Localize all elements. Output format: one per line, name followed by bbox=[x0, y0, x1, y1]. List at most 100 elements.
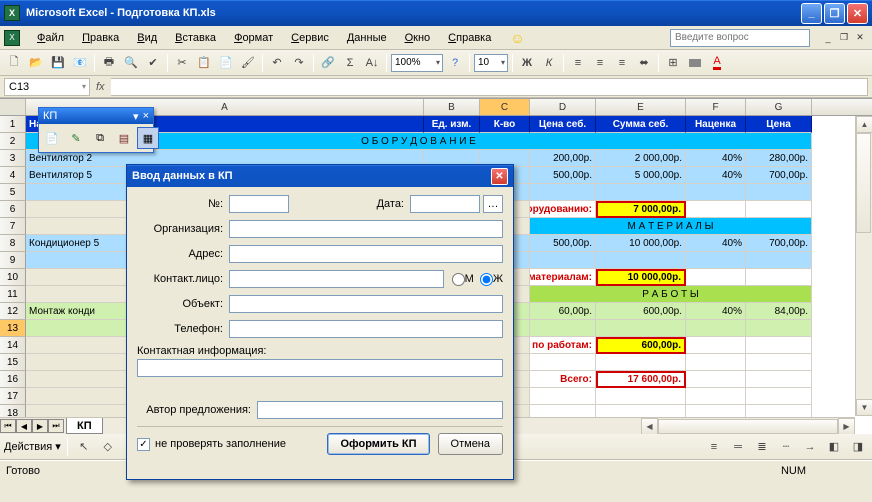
sheet-tab[interactable]: КП bbox=[66, 418, 103, 434]
input-author[interactable] bbox=[257, 401, 503, 419]
cell[interactable] bbox=[596, 354, 686, 371]
menu-формат[interactable]: Формат bbox=[225, 29, 282, 47]
maximize-button[interactable]: ❐ bbox=[824, 3, 845, 24]
row-header-12[interactable]: 12 bbox=[0, 303, 26, 320]
cell[interactable]: 600,00р. bbox=[596, 303, 686, 320]
cell[interactable]: 40% bbox=[686, 150, 746, 167]
cell[interactable]: 40% bbox=[686, 303, 746, 320]
fontcolor-icon[interactable]: A bbox=[707, 53, 727, 73]
arrow-icon[interactable]: → bbox=[800, 437, 820, 457]
zoom-combo[interactable]: 100% bbox=[391, 54, 443, 72]
actions-menu[interactable]: Действия ▾ bbox=[4, 440, 61, 453]
row-header-3[interactable]: 3 bbox=[0, 150, 26, 167]
input-tel[interactable] bbox=[229, 320, 503, 338]
cell[interactable] bbox=[746, 337, 812, 354]
kp-new-icon[interactable]: 📄 bbox=[41, 127, 63, 149]
scroll-left-icon[interactable]: ◀ bbox=[641, 418, 658, 435]
permission-icon[interactable]: 📧 bbox=[70, 53, 90, 73]
align-center-icon[interactable]: ≡ bbox=[590, 53, 610, 73]
row-header-5[interactable]: 5 bbox=[0, 184, 26, 201]
cell[interactable]: 10 000,00р. bbox=[596, 235, 686, 252]
cell[interactable] bbox=[530, 388, 596, 405]
header-B[interactable]: Ед. изм. bbox=[424, 116, 480, 133]
menu-вставка[interactable]: Вставка bbox=[166, 29, 225, 47]
cell[interactable]: 60,00р. bbox=[530, 303, 596, 320]
fontsize-combo[interactable]: 10 bbox=[474, 54, 508, 72]
row-header-9[interactable]: 9 bbox=[0, 252, 26, 269]
dash-icon[interactable]: ┄ bbox=[776, 437, 796, 457]
cell[interactable] bbox=[596, 184, 686, 201]
merge-icon[interactable]: ⬌ bbox=[634, 53, 654, 73]
menu-файл[interactable]: Файл bbox=[28, 29, 73, 47]
radio-m[interactable]: М bbox=[452, 273, 474, 286]
cell[interactable]: оборудованию: bbox=[530, 201, 596, 218]
cell[interactable] bbox=[686, 201, 746, 218]
print-icon[interactable]: 🖶 bbox=[99, 53, 119, 73]
tab-prev-icon[interactable]: ◀ bbox=[16, 419, 32, 433]
select-all-corner[interactable] bbox=[0, 99, 26, 115]
header-F[interactable]: Наценка bbox=[686, 116, 746, 133]
spellcheck-icon[interactable]: ✔ bbox=[143, 53, 163, 73]
kp-form-icon[interactable]: ▦ bbox=[137, 127, 159, 149]
cell[interactable] bbox=[530, 320, 596, 337]
row-header-17[interactable]: 17 bbox=[0, 388, 26, 405]
col-header-C[interactable]: C bbox=[480, 99, 530, 115]
cell[interactable] bbox=[746, 371, 812, 388]
doc-restore[interactable]: ❐ bbox=[836, 31, 852, 45]
kp-toolbar[interactable]: КП▾× 📄 ✎ ⧉ ▤ ▦ bbox=[38, 107, 154, 153]
cut-icon[interactable]: ✂ bbox=[172, 53, 192, 73]
col-header-G[interactable]: G bbox=[746, 99, 812, 115]
section-works[interactable]: Р А Б О Т Ы bbox=[530, 286, 812, 303]
doc-icon[interactable]: X bbox=[4, 30, 20, 46]
cell[interactable]: 280,00р. bbox=[746, 150, 812, 167]
cell[interactable] bbox=[746, 269, 812, 286]
cell[interactable] bbox=[686, 269, 746, 286]
cell[interactable]: го по работам: bbox=[530, 337, 596, 354]
cell[interactable]: 40% bbox=[686, 167, 746, 184]
menu-сервис[interactable]: Сервис bbox=[282, 29, 338, 47]
cell[interactable] bbox=[530, 354, 596, 371]
redo-icon[interactable]: ↷ bbox=[289, 53, 309, 73]
hscroll-thumb[interactable] bbox=[658, 419, 838, 434]
shape3-icon[interactable]: ≣ bbox=[752, 437, 772, 457]
cell[interactable] bbox=[686, 354, 746, 371]
scroll-right-icon[interactable]: ▶ bbox=[838, 418, 855, 435]
kp-list-icon[interactable]: ▤ bbox=[113, 127, 135, 149]
borders-icon[interactable]: ⊞ bbox=[663, 53, 683, 73]
row-header-14[interactable]: 14 bbox=[0, 337, 26, 354]
tab-first-icon[interactable]: ⏮ bbox=[0, 419, 16, 433]
cell[interactable]: 600,00р. bbox=[596, 337, 686, 354]
row-header-10[interactable]: 10 bbox=[0, 269, 26, 286]
row-header-8[interactable]: 8 bbox=[0, 235, 26, 252]
dialog-close-button[interactable]: ✕ bbox=[491, 168, 508, 185]
section-materials[interactable]: М А Т Е Р И А Л Ы bbox=[530, 218, 812, 235]
fillcolor-icon[interactable] bbox=[685, 53, 705, 73]
cell[interactable]: 700,00р. bbox=[746, 235, 812, 252]
cell[interactable]: 40% bbox=[686, 235, 746, 252]
menu-окно[interactable]: Окно bbox=[396, 29, 440, 47]
cell[interactable] bbox=[596, 388, 686, 405]
select-icon[interactable]: ↖ bbox=[74, 437, 94, 457]
new-icon[interactable]: 🗋 bbox=[4, 53, 24, 73]
3d-icon[interactable]: ◨ bbox=[848, 437, 868, 457]
col-header-E[interactable]: E bbox=[596, 99, 686, 115]
sort-icon[interactable]: A↓ bbox=[362, 53, 382, 73]
cell[interactable] bbox=[596, 320, 686, 337]
open-icon[interactable]: 📂 bbox=[26, 53, 46, 73]
cell[interactable]: о материалам: bbox=[530, 269, 596, 286]
row-header-6[interactable]: 6 bbox=[0, 201, 26, 218]
header-D[interactable]: Цена себ. bbox=[530, 116, 596, 133]
kp-code-icon[interactable]: ⧉ bbox=[89, 127, 111, 149]
name-box[interactable]: C13 bbox=[4, 78, 90, 96]
cell[interactable] bbox=[530, 184, 596, 201]
date-picker-button[interactable]: … bbox=[483, 195, 503, 213]
scroll-up-icon[interactable]: ▲ bbox=[856, 116, 872, 133]
cell[interactable]: Всего: bbox=[530, 371, 596, 388]
cell[interactable]: 700,00р. bbox=[746, 167, 812, 184]
tab-next-icon[interactable]: ▶ bbox=[32, 419, 48, 433]
close-button[interactable]: ✕ bbox=[847, 3, 868, 24]
row-header-13[interactable]: 13 bbox=[0, 320, 26, 337]
cell[interactable] bbox=[686, 388, 746, 405]
hyperlink-icon[interactable]: 🔗 bbox=[318, 53, 338, 73]
cell[interactable] bbox=[686, 252, 746, 269]
